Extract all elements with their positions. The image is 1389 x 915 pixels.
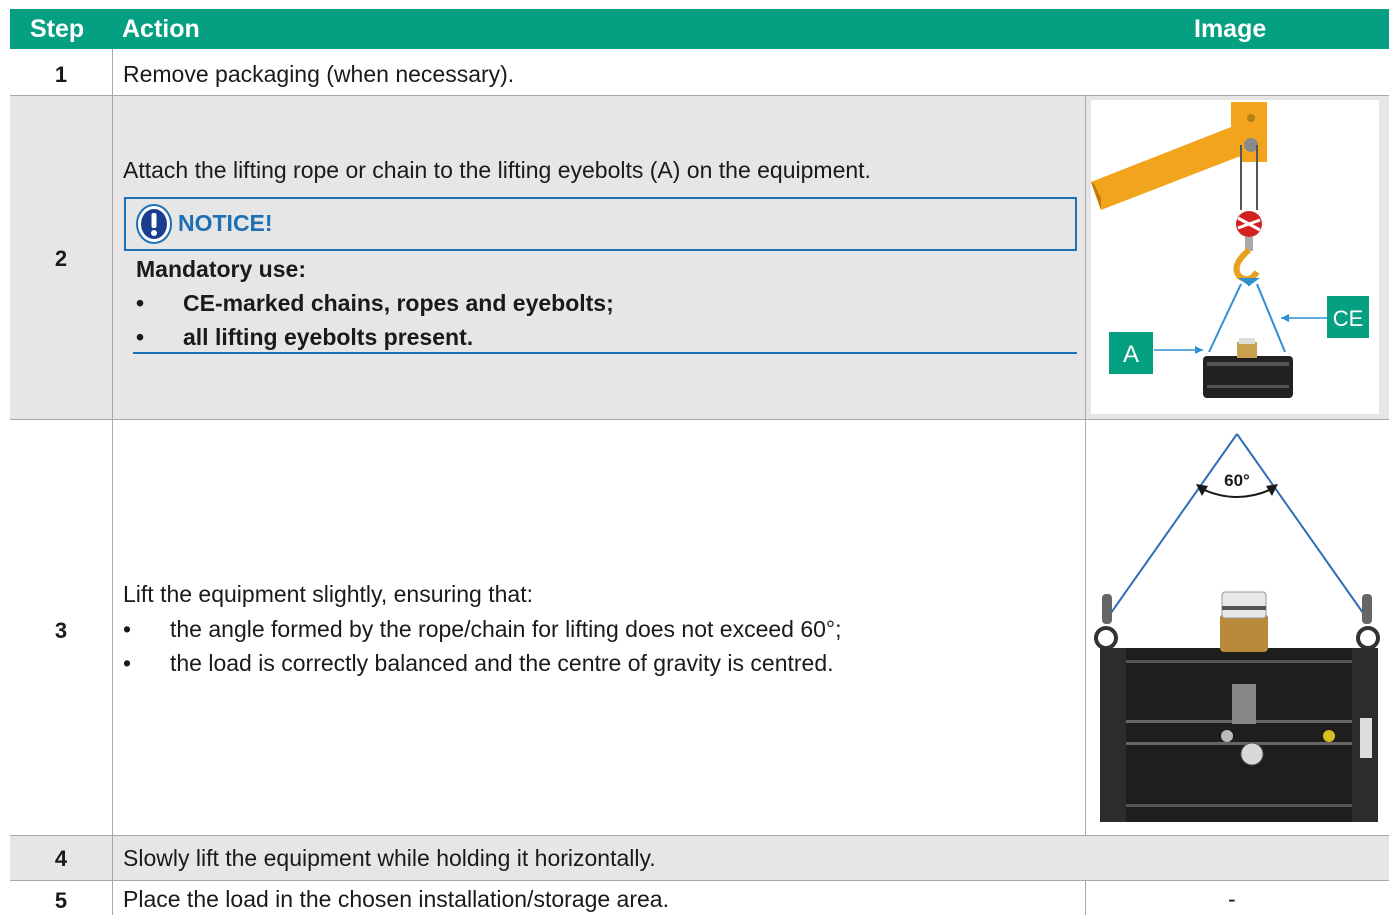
bullet-icon: • [123,650,132,676]
action-text: Lift the equipment slightly, ensuring th… [123,581,533,607]
label-a: A [1123,341,1139,368]
table-header: Step Action Image [10,9,1389,49]
exclamation-icon [136,204,172,244]
lifting-angle-figure: 60° [1094,433,1380,822]
header-step: Step [30,15,85,43]
angle-label: 60° [1224,471,1250,490]
bullet-icon: • [136,324,145,350]
notice-divider [133,352,1077,354]
step-number: 1 [54,62,68,87]
action-text: Place the load in the chosen installatio… [123,886,669,912]
notice-title: NOTICE! [178,210,273,236]
notice-box: NOTICE! [124,197,1077,251]
action-text: Remove packaging (when necessary). [123,61,515,87]
bullet-icon: • [136,290,145,316]
header-image: Image [1194,15,1267,43]
step-number: 4 [54,846,68,871]
header-action: Action [122,15,200,43]
image-placeholder: - [1228,886,1236,912]
notice-lead: Mandatory use: [136,256,306,282]
step-number: 3 [54,618,68,643]
action-text: Slowly lift the equipment while holding … [123,845,656,871]
label-ce: CE [1333,306,1364,331]
step-number: 2 [54,246,68,271]
crane-lifting-figure: A CE [1091,100,1379,414]
action-text: Attach the lifting rope or chain to the … [123,157,871,183]
step-number: 5 [54,888,68,913]
bullet-icon: • [123,616,132,642]
